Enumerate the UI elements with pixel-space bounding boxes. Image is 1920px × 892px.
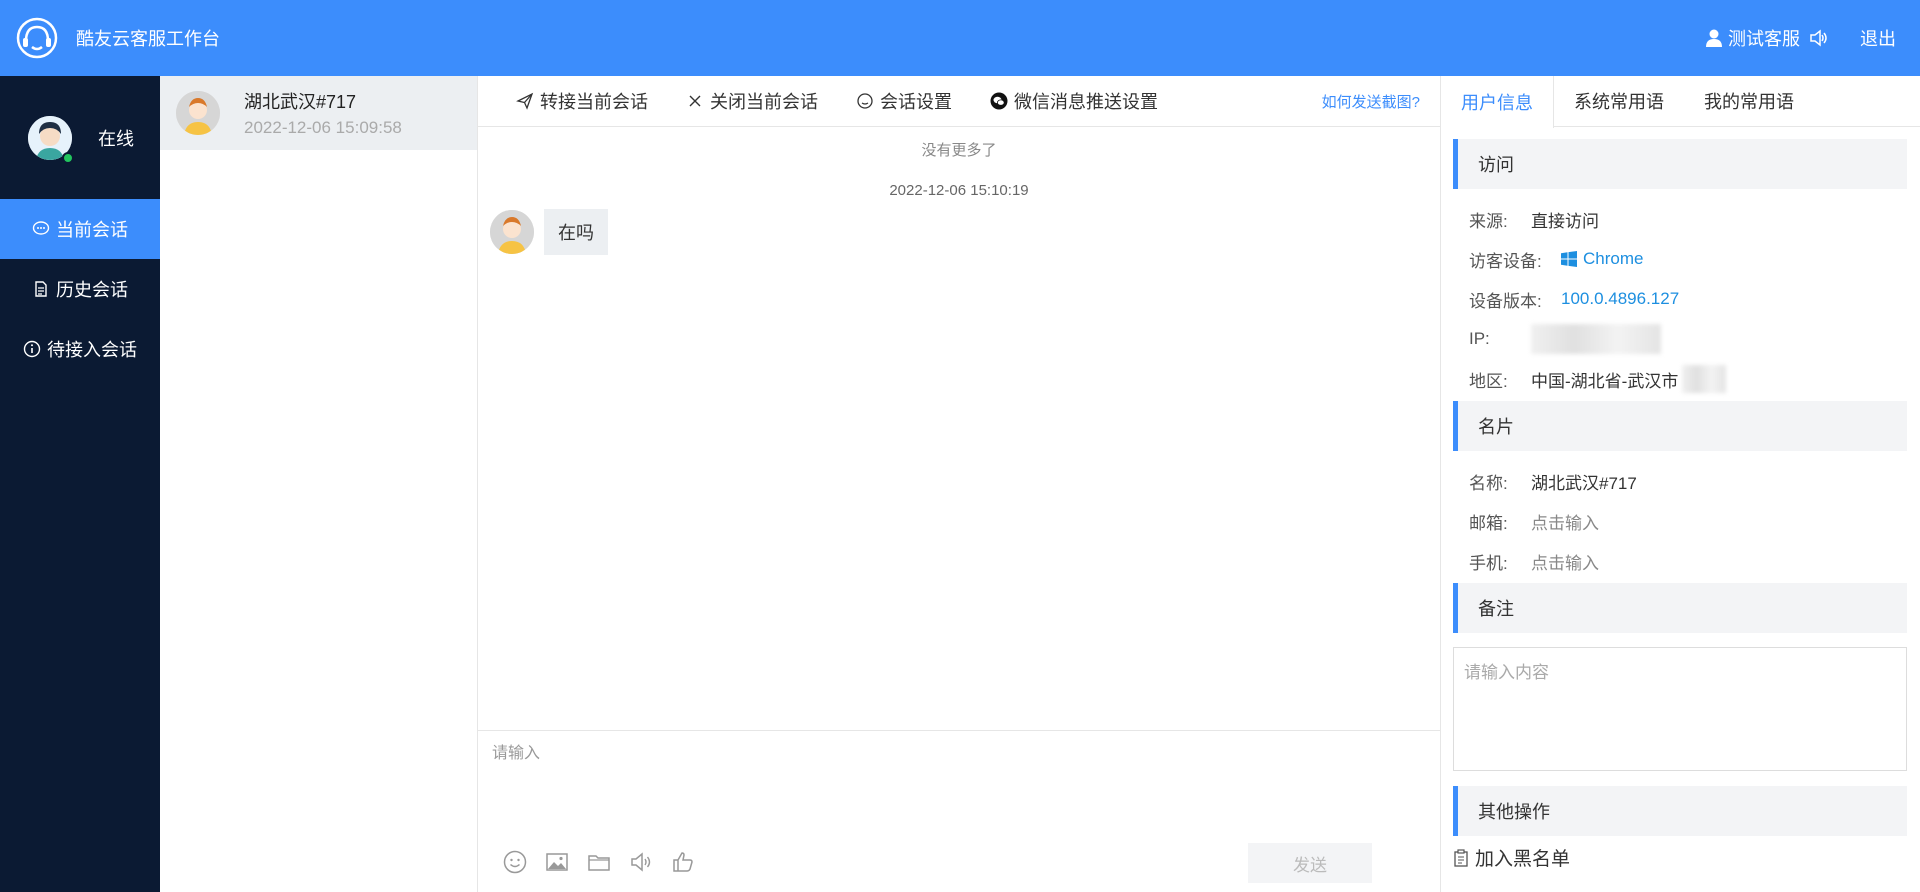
nav-label: 待接入会话 — [47, 340, 137, 360]
device-row: 访客设备: Chrome — [1469, 239, 1920, 279]
image-icon[interactable] — [544, 849, 570, 875]
email-label: 邮箱: — [1469, 513, 1508, 533]
chat-bubble-icon — [32, 221, 50, 235]
wechat-icon — [990, 92, 1008, 110]
name-row: 名称: 湖北武汉#717 — [1469, 461, 1920, 501]
document-icon — [35, 281, 47, 297]
phone-row: 手机: 点击输入 — [1469, 541, 1920, 581]
phone-label: 手机: — [1469, 553, 1508, 573]
source-row: 来源: 直接访问 — [1469, 199, 1920, 239]
email-input[interactable]: 点击输入 — [1531, 509, 1599, 534]
email-row: 邮箱: 点击输入 — [1469, 501, 1920, 541]
folder-icon[interactable] — [586, 849, 612, 875]
left-nav: 在线 当前会话 历史会话 待接入会话 — [0, 76, 160, 892]
nav-history-sessions[interactable]: 历史会话 — [0, 259, 160, 319]
right-panel: 用户信息 系统常用语 我的常用语 访问 来源: 直接访问 访客设备: Chrom… — [1440, 76, 1920, 892]
conversation-name: 湖北武汉#717 — [244, 92, 357, 112]
conversation-item[interactable]: 湖北武汉#717 2022-12-06 15:09:58 — [160, 76, 477, 150]
info-icon — [23, 340, 41, 358]
ip-label: IP: — [1469, 329, 1490, 348]
blacklist-label: 加入黑名单 — [1475, 849, 1571, 870]
conversation-time: 2022-12-06 15:09:58 — [244, 118, 402, 137]
right-panel-tabs: 用户信息 系统常用语 我的常用语 — [1441, 76, 1920, 128]
logout-button[interactable]: 退出 — [1860, 25, 1896, 51]
region-row: 地区: 中国-湖北省-武汉市 — [1469, 359, 1920, 399]
nav-pending-sessions[interactable]: 待接入会话 — [0, 319, 160, 379]
speaker-icon[interactable] — [628, 849, 654, 875]
speaker-icon[interactable] — [1808, 28, 1828, 48]
ip-row: IP: — [1469, 319, 1920, 359]
session-settings-button[interactable]: 会话设置 — [856, 88, 952, 114]
close-session-button[interactable]: 关闭当前会话 — [686, 88, 818, 114]
version-value: 100.0.4896.127 — [1561, 289, 1680, 308]
message-row: 在吗 — [490, 209, 1440, 255]
app-title: 酷友云客服工作台 — [76, 29, 220, 49]
how-to-screenshot-link[interactable]: 如何发送截图? — [1322, 91, 1420, 112]
transfer-label: 转接当前会话 — [540, 92, 648, 112]
send-plane-icon — [516, 92, 534, 110]
tab-system-phrases[interactable]: 系统常用语 — [1554, 76, 1684, 126]
section-other: 其他操作 — [1453, 786, 1907, 836]
message-input[interactable] — [492, 739, 1432, 819]
phone-input[interactable]: 点击输入 — [1531, 549, 1599, 574]
name-value: 湖北武汉#717 — [1531, 473, 1637, 493]
nav-current-sessions[interactable]: 当前会话 — [0, 199, 160, 259]
section-card: 名片 — [1453, 401, 1907, 451]
visitor-avatar — [176, 91, 220, 135]
ip-redacted — [1531, 324, 1661, 354]
headset-logo-icon — [16, 17, 58, 59]
windows-icon — [1561, 251, 1577, 267]
smile-icon — [857, 93, 873, 109]
device-value: Chrome — [1583, 249, 1644, 268]
tab-user-info[interactable]: 用户信息 — [1441, 76, 1554, 128]
chat-toolbar: 转接当前会话 关闭当前会话 会话设置 微信消息推送设置 如何发送截图? — [478, 76, 1440, 127]
settings-label: 会话设置 — [880, 92, 952, 112]
top-bar: 酷友云客服工作台 测试客服 退出 — [0, 0, 1920, 76]
section-notes: 备注 — [1453, 583, 1907, 633]
region-value: 中国-湖北省-武汉市 — [1531, 371, 1679, 391]
region-label: 地区: — [1469, 371, 1508, 391]
section-visit: 访问 — [1453, 139, 1907, 189]
notes-input[interactable] — [1453, 647, 1907, 771]
version-row: 设备版本: 100.0.4896.127 — [1469, 279, 1920, 319]
visitor-avatar — [490, 210, 534, 254]
agent-status-text[interactable]: 在线 — [98, 125, 134, 151]
transfer-session-button[interactable]: 转接当前会话 — [516, 88, 648, 114]
add-to-blacklist-button[interactable]: 加入黑名单 — [1453, 844, 1920, 871]
agent-name[interactable]: 测试客服 — [1728, 25, 1800, 51]
message-bubble: 在吗 — [544, 209, 608, 255]
composer-tools — [502, 849, 712, 875]
thumbs-up-icon[interactable] — [670, 849, 696, 875]
agent-status: 在线 — [0, 76, 160, 199]
tab-my-phrases[interactable]: 我的常用语 — [1684, 76, 1814, 126]
send-button[interactable]: 发送 — [1248, 843, 1372, 883]
nav-label: 当前会话 — [56, 220, 128, 240]
source-label: 来源: — [1469, 211, 1508, 231]
conversation-list: 湖北武汉#717 2022-12-06 15:09:58 — [160, 76, 478, 892]
chat-area: 转接当前会话 关闭当前会话 会话设置 微信消息推送设置 如何发送截图? 没有更多… — [478, 76, 1440, 892]
message-timestamp: 2022-12-06 15:10:19 — [889, 182, 1029, 199]
user-icon — [1706, 29, 1722, 47]
name-label: 名称: — [1469, 473, 1508, 493]
close-icon — [689, 95, 701, 107]
no-more-messages: 没有更多了 — [921, 142, 997, 159]
wechat-push-settings-button[interactable]: 微信消息推送设置 — [990, 88, 1158, 114]
region-redacted — [1682, 365, 1727, 393]
clipboard-icon — [1454, 848, 1468, 867]
device-label: 访客设备: — [1469, 251, 1542, 271]
source-value: 直接访问 — [1531, 211, 1599, 231]
wechat-label: 微信消息推送设置 — [1014, 92, 1158, 112]
composer: 发送 — [478, 730, 1440, 892]
close-label: 关闭当前会话 — [710, 92, 818, 112]
version-label: 设备版本: — [1469, 291, 1542, 311]
nav-label: 历史会话 — [56, 280, 128, 300]
emoji-icon[interactable] — [502, 849, 528, 875]
online-indicator — [62, 152, 74, 164]
